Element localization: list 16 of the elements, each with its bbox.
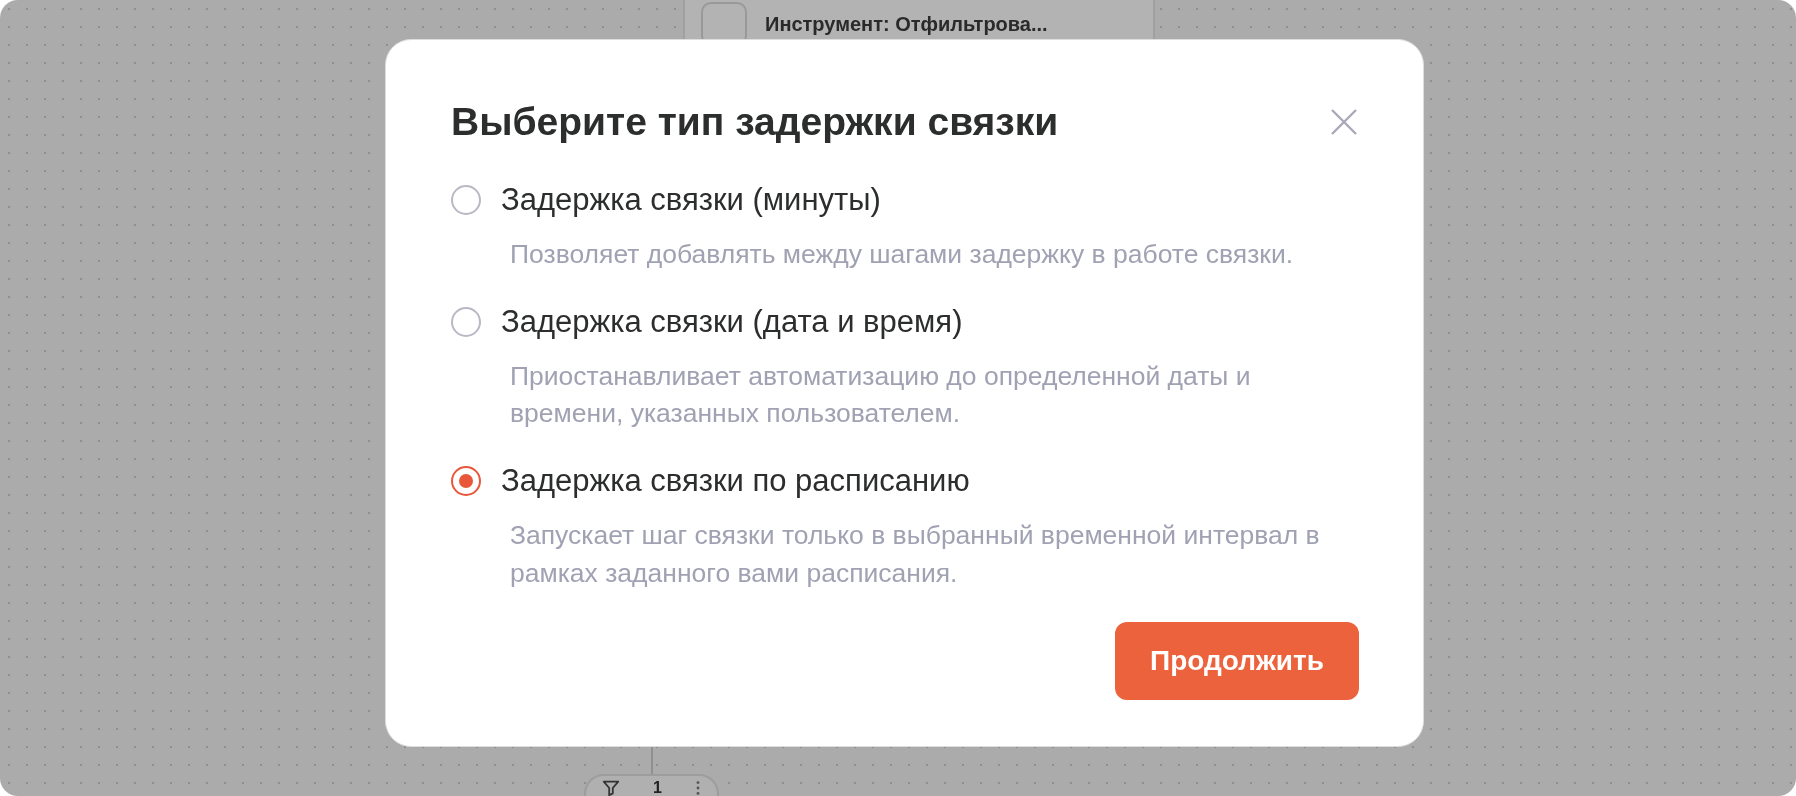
option-label[interactable]: Задержка связки (дата и время) [501,303,963,340]
filter-icon [602,779,621,796]
option-label[interactable]: Задержка связки по расписанию [501,462,970,499]
dialog-title: Выберите тип задержки связки [451,100,1059,144]
radio-button[interactable] [451,306,481,337]
option-description: Запускает шаг связки только в выбранный временной интервал в рамках заданного вами расписания. [510,518,1321,590]
radio-button[interactable] [451,465,481,496]
option-description: Приостанавливает автоматизацию до определенной даты и времени, указанных пользователем. [510,359,1252,431]
filter-pill[interactable]: 1 [584,774,719,796]
option-description: Позволяет добавлять между шагами задержку в работе связки. [510,238,1295,271]
node-title: Инструмент: Отфильтрова... [765,12,1048,36]
option-label[interactable]: Задержка связки (минуты) [501,182,881,218]
close-button[interactable] [1329,107,1359,137]
more-icon[interactable] [694,779,701,796]
filter-count: 1 [653,779,662,796]
radio-button[interactable] [451,185,481,215]
